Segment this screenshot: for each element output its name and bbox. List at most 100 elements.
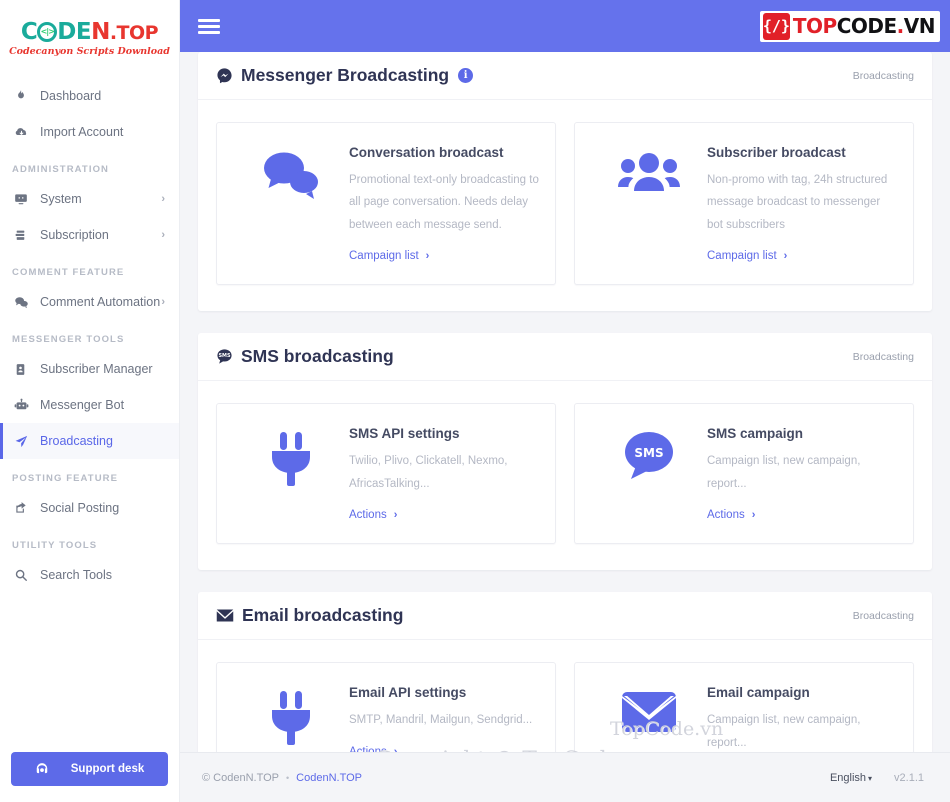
sidebar-nav: Dashboard Import Account ADMINISTRATION … (0, 72, 179, 738)
messenger-broadcasting-panel: Messenger Broadcasting i Broadcasting Co… (198, 52, 932, 312)
card-link-label: Campaign list (349, 250, 419, 263)
card-description: Promotional text-only broadcasting to al… (349, 174, 539, 231)
card-link-label: Actions (707, 509, 745, 522)
actions-link[interactable]: Actions › (349, 509, 397, 521)
brand-logo[interactable]: C DEN.TOP Codecanyon Scripts Download (0, 0, 179, 72)
language-selector[interactable]: English ▾ (830, 772, 872, 784)
sidebar-item-subscriber-manager[interactable]: Subscriber Manager (0, 351, 179, 387)
chevron-right-icon: › (161, 193, 165, 205)
sidebar-item-messenger-bot[interactable]: Messenger Bot (0, 387, 179, 423)
version-label: v2.1.1 (894, 771, 924, 784)
card-link-label: Actions (349, 509, 387, 522)
card-sms-campaign[interactable]: SMS SMS campaign Campaign list, new camp… (574, 403, 914, 545)
card-description: Twilio, Plivo, Clickatell, Nexmo, Africa… (349, 455, 508, 490)
topbar: {/} TOPCODE.VN (180, 0, 950, 52)
envelope-icon (216, 608, 234, 623)
sidebar-item-import-account[interactable]: Import Account (0, 114, 179, 150)
info-icon[interactable]: i (458, 68, 474, 83)
footer-left: © CodenN.TOP • CodenN.TOP (202, 772, 362, 784)
sidebar: C DEN.TOP Codecanyon Scripts Download Das… (0, 0, 180, 802)
flame-icon (14, 89, 40, 103)
sidebar-item-label: Messenger Bot (40, 398, 125, 412)
actions-link[interactable]: Actions › (707, 509, 755, 521)
footer-site-link[interactable]: CodenN.TOP (296, 772, 362, 784)
card-title: Conversation broadcast (349, 145, 504, 160)
sidebar-item-label: System (40, 192, 82, 206)
panel-header: Email broadcasting Broadcasting (198, 592, 932, 641)
sidebar-section-messenger-tools: MESSENGER TOOLS (12, 334, 125, 345)
partner-logo-dot: . (896, 14, 905, 38)
sidebar-section-administration: ADMINISTRATION (12, 164, 110, 175)
sms-badge-icon: SMS (591, 424, 707, 482)
monitor-icon (14, 192, 40, 206)
card-title: SMS API settings (349, 426, 460, 442)
card-body: Email API settings SMTP, Mandril, Mailgu… (349, 683, 539, 759)
card-body: Conversation broadcast Promotional text-… (349, 143, 539, 264)
chevron-right-icon: › (783, 250, 788, 263)
sms-broadcasting-panel: SMS SMS broadcasting Broadcasting SMS AP… (198, 333, 932, 571)
support-desk-button[interactable]: Support desk (11, 752, 168, 786)
sidebar-item-comment-automation[interactable]: Comment Automation › (0, 284, 179, 320)
hamburger-icon[interactable] (198, 18, 220, 34)
panel-header: SMS SMS broadcasting Broadcasting (198, 333, 932, 382)
partner-logo-top: TOP (792, 14, 837, 38)
svg-text:SMS: SMS (634, 446, 663, 460)
plug-icon (233, 424, 349, 488)
card-title: Email API settings (349, 685, 467, 701)
card-sms-api-settings[interactable]: SMS API settings Twilio, Plivo, Clickate… (216, 403, 556, 545)
card-subscriber-broadcast[interactable]: Subscriber broadcast Non-promo with tag,… (574, 122, 914, 286)
messenger-bubble-icon (216, 67, 233, 84)
footer-separator: • (286, 772, 290, 783)
sidebar-section-comment-feature: COMMENT FEATURE (12, 267, 125, 278)
headset-icon (35, 762, 49, 776)
card-description: Campaign list, new campaign, report... (707, 455, 861, 490)
sidebar-item-label: Import Account (40, 125, 124, 139)
card-conversation-broadcast[interactable]: Conversation broadcast Promotional text-… (216, 122, 556, 286)
section-title: Email broadcasting (216, 605, 403, 626)
id-card-icon (14, 363, 40, 376)
card-body: SMS API settings Twilio, Plivo, Clickate… (349, 424, 539, 523)
sidebar-item-label: Broadcasting (40, 434, 113, 448)
partner-logo-vn: VN (903, 14, 936, 38)
partner-logo: {/} TOPCODE.VN (759, 10, 940, 42)
sidebar-item-search-tools[interactable]: Search Tools (0, 557, 179, 593)
page-title: Messenger Broadcasting i (216, 65, 474, 86)
sidebar-item-label: Comment Automation (40, 295, 161, 309)
sidebar-item-social-posting[interactable]: Social Posting (0, 490, 179, 526)
breadcrumb: Broadcasting (852, 609, 914, 622)
campaign-list-link[interactable]: Campaign list › (707, 250, 787, 262)
page-content: Messenger Broadcasting i Broadcasting Co… (180, 52, 950, 802)
panel-title-text: Messenger Broadcasting (241, 65, 450, 85)
card-title: Subscriber broadcast (707, 145, 846, 160)
sms-cards: SMS API settings Twilio, Plivo, Clickate… (198, 381, 932, 570)
panel-title-text: Email broadcasting (242, 605, 404, 626)
sidebar-item-system[interactable]: System › (0, 181, 179, 217)
support-desk-wrap: Support desk (0, 738, 179, 802)
sidebar-item-subscription[interactable]: Subscription › (0, 217, 179, 253)
stack-icon (14, 229, 40, 242)
messenger-cards: Conversation broadcast Promotional text-… (198, 100, 932, 311)
search-icon (14, 568, 40, 582)
plug-icon (233, 683, 349, 747)
logo-de: DE (57, 19, 92, 46)
sms-bubble-icon: SMS (216, 348, 233, 365)
comments-icon (14, 295, 40, 310)
card-body: SMS campaign Campaign list, new campaign… (707, 424, 897, 523)
chat-bubbles-icon (233, 143, 349, 201)
sidebar-item-label: Social Posting (40, 501, 120, 515)
card-title: Email campaign (707, 685, 810, 701)
envelope-filled-icon (591, 683, 707, 735)
chevron-right-icon: › (393, 509, 398, 522)
logo-n: N (91, 19, 110, 46)
paper-plane-icon (14, 434, 40, 449)
sidebar-item-dashboard[interactable]: Dashboard (0, 78, 179, 114)
card-description: Campaign list, new campaign, report... (707, 714, 861, 749)
panel-header: Messenger Broadcasting i Broadcasting (198, 52, 932, 100)
logo-c: C (20, 19, 38, 46)
share-square-icon (14, 501, 40, 515)
sidebar-item-broadcasting[interactable]: Broadcasting (0, 423, 179, 459)
users-group-icon (591, 143, 707, 197)
card-title: SMS campaign (707, 426, 804, 442)
partner-logo-text: TOPCODE.VN (792, 14, 936, 38)
campaign-list-link[interactable]: Campaign list › (349, 250, 429, 262)
